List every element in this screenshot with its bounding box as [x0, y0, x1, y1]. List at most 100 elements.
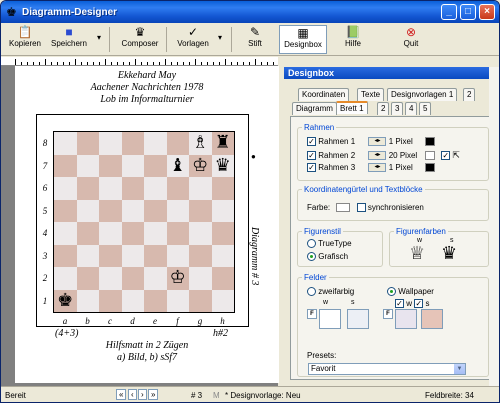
board-square[interactable] — [99, 177, 122, 200]
board-square[interactable] — [211, 244, 234, 267]
tab-brett-3[interactable]: 3 — [391, 102, 404, 115]
synchronisieren-checkbox[interactable] — [356, 203, 366, 213]
board-square[interactable] — [189, 244, 212, 267]
board-square[interactable] — [99, 132, 122, 155]
truetype-option[interactable]: TrueType — [307, 239, 352, 249]
tab-brett-2[interactable]: 2 — [377, 102, 390, 115]
felder-white-swatch[interactable] — [319, 309, 341, 329]
chess-piece-g7[interactable]: ♔ — [189, 155, 212, 178]
board-square[interactable] — [121, 267, 144, 290]
rahmen-2-checkbox[interactable]: ✓ — [307, 151, 316, 161]
rahmen-2-spinner[interactable]: ◂▸ — [368, 151, 387, 161]
board-square[interactable] — [121, 289, 144, 312]
board-square[interactable] — [144, 154, 167, 177]
board-square[interactable] — [144, 199, 167, 222]
board-square[interactable] — [54, 177, 77, 200]
board-square[interactable] — [76, 267, 99, 290]
board-square[interactable] — [76, 199, 99, 222]
felder-f-button[interactable]: F — [307, 309, 317, 319]
board-square[interactable] — [54, 199, 77, 222]
board-square[interactable] — [99, 199, 122, 222]
nav-first-button[interactable]: « — [116, 389, 127, 400]
composer-button[interactable]: ♛ Composer — [118, 25, 162, 54]
board-square[interactable] — [121, 244, 144, 267]
board-square[interactable] — [166, 199, 189, 222]
nav-next-button[interactable]: › — [138, 389, 147, 400]
board-square[interactable] — [144, 132, 167, 155]
rahmen-3-color[interactable] — [424, 163, 435, 173]
grafisch-option[interactable]: Grafisch — [307, 252, 348, 262]
board-square[interactable] — [189, 199, 212, 222]
board-square[interactable] — [76, 244, 99, 267]
board-square[interactable] — [54, 244, 77, 267]
speichern-button[interactable]: ■ Speichern — [47, 25, 91, 54]
board-square[interactable] — [144, 289, 167, 312]
board-square[interactable] — [144, 222, 167, 245]
board-square[interactable] — [166, 222, 189, 245]
nav-last-button[interactable]: » — [148, 389, 159, 400]
wallpaper-white-swatch[interactable] — [395, 309, 417, 329]
close-button[interactable]: × — [479, 4, 495, 20]
board-square[interactable] — [76, 222, 99, 245]
board-square[interactable] — [76, 154, 99, 177]
board-square[interactable] — [54, 222, 77, 245]
board-square[interactable] — [189, 177, 212, 200]
wallpaper-option[interactable]: Wallpaper — [387, 287, 434, 297]
felder-black-swatch[interactable] — [347, 309, 369, 329]
board-square[interactable] — [121, 199, 144, 222]
board-square[interactable] — [211, 267, 234, 290]
tab-texte[interactable]: Texte — [357, 88, 385, 101]
board-square[interactable] — [76, 177, 99, 200]
board-square[interactable] — [54, 267, 77, 290]
board-square[interactable] — [189, 267, 212, 290]
rahmen-2-corner-checkbox[interactable]: ✓ — [441, 151, 451, 161]
zweifarbig-option[interactable]: zweifarbig — [307, 287, 354, 297]
presets-select[interactable]: Favorit ▼ — [308, 363, 466, 375]
tab-brett-1[interactable]: Brett 1 — [336, 101, 368, 114]
minimize-button[interactable]: _ — [441, 4, 457, 20]
chess-piece-a1[interactable]: ♚ — [54, 290, 77, 313]
rahmen-3-spinner[interactable]: ◂▸ — [368, 163, 387, 173]
hilfe-button[interactable]: 📗 Hilfe — [335, 25, 371, 54]
rahmen-1-color[interactable] — [424, 137, 435, 147]
wallpaper-black-swatch[interactable] — [421, 309, 443, 329]
panel-scrollbar[interactable] — [489, 67, 499, 386]
board-square[interactable] — [166, 177, 189, 200]
tab-brett-4[interactable]: 4 — [405, 102, 418, 115]
tab-koordinaten[interactable]: Koordinaten — [298, 88, 350, 101]
tab-diagramm[interactable]: Diagramm — [292, 102, 337, 115]
board-square[interactable] — [99, 244, 122, 267]
wallpaper-w-checkbox[interactable]: ✓ — [395, 299, 404, 309]
chess-piece-h8[interactable]: ♜ — [212, 132, 235, 155]
vorlagen-button[interactable]: ✓ Vorlagen — [172, 25, 214, 54]
board-square[interactable] — [144, 177, 167, 200]
tab-designvorlagen-2[interactable]: 2 — [463, 88, 476, 101]
board-square[interactable] — [99, 289, 122, 312]
stift-button[interactable]: ✎ Stift — [237, 25, 273, 54]
rahmen-1-spinner[interactable]: ◂▸ — [368, 137, 387, 147]
board-square[interactable] — [76, 289, 99, 312]
koordinaten-color[interactable] — [336, 203, 351, 213]
kopieren-button[interactable]: 📋 Kopieren — [7, 25, 43, 54]
board-square[interactable] — [211, 177, 234, 200]
board-square[interactable] — [166, 244, 189, 267]
black-queen-icon[interactable]: ♛ — [441, 243, 457, 264]
board-square[interactable] — [166, 289, 189, 312]
board-square[interactable] — [189, 222, 212, 245]
board-square[interactable] — [121, 132, 144, 155]
board-square[interactable] — [121, 177, 144, 200]
wallpaper-s-checkbox[interactable]: ✓ — [414, 299, 424, 309]
board-square[interactable] — [144, 244, 167, 267]
designbox-button[interactable]: ▦ Designbox — [279, 25, 327, 54]
rahmen-3-checkbox[interactable]: ✓ — [307, 163, 316, 173]
white-queen-icon[interactable]: ♕ — [409, 243, 425, 264]
board-square[interactable] — [121, 154, 144, 177]
chess-piece-h7[interactable]: ♛ — [212, 155, 235, 178]
board-square[interactable] — [54, 132, 77, 155]
board-square[interactable] — [211, 199, 234, 222]
wallpaper-f-button[interactable]: F — [383, 309, 393, 319]
maximize-button[interactable]: □ — [460, 4, 476, 20]
board-square[interactable] — [99, 154, 122, 177]
board-square[interactable] — [76, 132, 99, 155]
board-square[interactable] — [99, 222, 122, 245]
